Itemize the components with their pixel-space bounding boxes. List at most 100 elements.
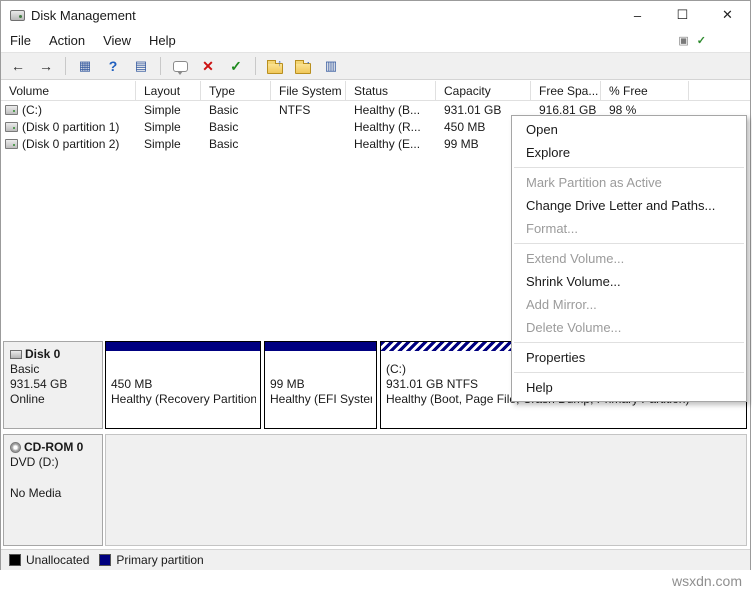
toolbar-separator xyxy=(160,57,161,75)
legend-bar: Unallocated Primary partition xyxy=(1,549,750,570)
volume-type: Basic xyxy=(201,118,271,135)
volume-name: (Disk 0 partition 1) xyxy=(22,120,119,134)
details-view-icon[interactable]: ▥ xyxy=(322,57,340,75)
menu-item-explore[interactable]: Explore xyxy=(512,141,746,164)
legend-primary-partition: Primary partition xyxy=(99,553,203,567)
volume-fs xyxy=(271,135,346,152)
menu-item-format: Format... xyxy=(512,217,746,240)
menu-action[interactable]: Action xyxy=(40,31,94,50)
menu-separator xyxy=(514,167,744,168)
menu-separator xyxy=(514,243,744,244)
primary-partition-swatch xyxy=(99,554,111,566)
disk-status: Online xyxy=(10,392,98,407)
close-button[interactable]: ✕ xyxy=(705,1,750,29)
volume-fs xyxy=(271,118,346,135)
menu-file[interactable]: File xyxy=(1,31,40,50)
volume-status: Healthy (R... xyxy=(346,118,436,135)
column-header-filler xyxy=(689,81,750,100)
unallocated-swatch xyxy=(9,554,21,566)
menu-item-delete-volume: Delete Volume... xyxy=(512,316,746,339)
speech-bubble-icon xyxy=(173,61,188,72)
menu-bar: File Action View Help ▣ ✓ xyxy=(1,29,750,52)
menu-view[interactable]: View xyxy=(94,31,140,50)
volume-name: (C:) xyxy=(22,103,42,117)
column-header-pctfree[interactable]: % Free xyxy=(601,81,689,100)
volume-list-header: Volume Layout Type File System Status Ca… xyxy=(1,81,750,101)
legend-label: Primary partition xyxy=(116,553,203,567)
back-icon[interactable]: ← xyxy=(9,57,27,75)
toolbar-separator xyxy=(255,57,256,75)
title-bar: Disk Management – ☐ ✕ xyxy=(1,1,750,29)
column-header-volume[interactable]: Volume xyxy=(1,81,136,100)
disk-management-app-icon xyxy=(10,10,25,21)
volume-name: (Disk 0 partition 2) xyxy=(22,137,119,151)
menu-item-add-mirror: Add Mirror... xyxy=(512,293,746,316)
minimize-button[interactable]: – xyxy=(615,1,660,29)
help-icon[interactable]: ? xyxy=(104,57,122,75)
partition-strip xyxy=(265,342,376,351)
disk-size: 931.54 GB xyxy=(10,377,98,392)
partition-status: Healthy (Recovery Partition) xyxy=(111,392,256,407)
column-header-layout[interactable]: Layout xyxy=(136,81,201,100)
up-arrow-icon: ↑ xyxy=(278,58,283,68)
column-header-type[interactable]: Type xyxy=(201,81,271,100)
magnifier-icon: · xyxy=(307,58,310,68)
menu-item-shrink-volume[interactable]: Shrink Volume... xyxy=(512,270,746,293)
context-menu: Open Explore Mark Partition as Active Ch… xyxy=(511,115,747,402)
partition-recovery[interactable]: 450 MB Healthy (Recovery Partition) xyxy=(105,341,261,429)
volume-type: Basic xyxy=(201,135,271,152)
window-title: Disk Management xyxy=(31,8,136,23)
menu-item-properties[interactable]: Properties xyxy=(512,346,746,369)
column-header-status[interactable]: Status xyxy=(346,81,436,100)
cd-icon xyxy=(10,442,21,453)
menu-item-help[interactable]: Help xyxy=(512,376,746,399)
menu-separator xyxy=(514,342,744,343)
volume-layout: Simple xyxy=(136,101,201,118)
column-header-capacity[interactable]: Capacity xyxy=(436,81,531,100)
partition-size: 450 MB xyxy=(111,377,256,392)
cdrom-media-status: No Media xyxy=(10,486,98,501)
menu-separator xyxy=(514,372,744,373)
toolbar-separator xyxy=(65,57,66,75)
toolbar: ← → ▦ ? ▤ ✕ ✓ ↑ · ▥ xyxy=(1,52,750,80)
commit-check-icon[interactable]: ✓ xyxy=(227,57,245,75)
status-check-icon[interactable]: ✓ xyxy=(697,34,706,47)
menu-help[interactable]: Help xyxy=(140,31,185,50)
menu-item-mark-partition-active: Mark Partition as Active xyxy=(512,171,746,194)
volume-layout: Simple xyxy=(136,135,201,152)
cdrom-panel[interactable]: CD-ROM 0 DVD (D:) No Media xyxy=(3,434,103,546)
partition-strip xyxy=(106,342,260,351)
menu-item-change-drive-letter[interactable]: Change Drive Letter and Paths... xyxy=(512,194,746,217)
forward-icon[interactable]: → xyxy=(37,57,55,75)
console-window-icon[interactable]: ▣ xyxy=(678,34,688,47)
action-pane-icon[interactable] xyxy=(171,57,189,75)
console-window-pane-icon[interactable]: ▤ xyxy=(132,57,150,75)
disk-name: Disk 0 xyxy=(25,347,60,362)
cdrom-name: CD-ROM 0 xyxy=(24,440,83,455)
volume-status: Healthy (B... xyxy=(346,101,436,118)
legend-unallocated: Unallocated xyxy=(9,553,89,567)
volume-icon xyxy=(5,122,18,132)
partition-status: Healthy (EFI System) xyxy=(270,392,372,407)
disk-type: Basic xyxy=(10,362,98,377)
volume-icon xyxy=(5,139,18,149)
partition-efi[interactable]: 99 MB Healthy (EFI System) xyxy=(264,341,377,429)
disk0-panel[interactable]: Disk 0 Basic 931.54 GB Online xyxy=(3,341,103,429)
menu-item-open[interactable]: Open xyxy=(512,118,746,141)
watermark: wsxdn.com xyxy=(672,573,742,589)
cdrom-drive: DVD (D:) xyxy=(10,455,98,470)
volume-status: Healthy (E... xyxy=(346,135,436,152)
cdrom-media-area[interactable] xyxy=(105,434,747,546)
maximize-button[interactable]: ☐ xyxy=(660,1,705,29)
volume-type: Basic xyxy=(201,101,271,118)
explore-folder-icon[interactable]: · xyxy=(294,57,312,75)
partition-size: 99 MB xyxy=(270,377,372,392)
volume-layout: Simple xyxy=(136,118,201,135)
menu-item-extend-volume: Extend Volume... xyxy=(512,247,746,270)
delete-volume-icon[interactable]: ✕ xyxy=(199,57,217,75)
open-folder-icon[interactable]: ↑ xyxy=(266,57,284,75)
volume-icon xyxy=(5,105,18,115)
console-tree-icon[interactable]: ▦ xyxy=(76,57,94,75)
column-header-freespace[interactable]: Free Spa... xyxy=(531,81,601,100)
column-header-filesystem[interactable]: File System xyxy=(271,81,346,100)
